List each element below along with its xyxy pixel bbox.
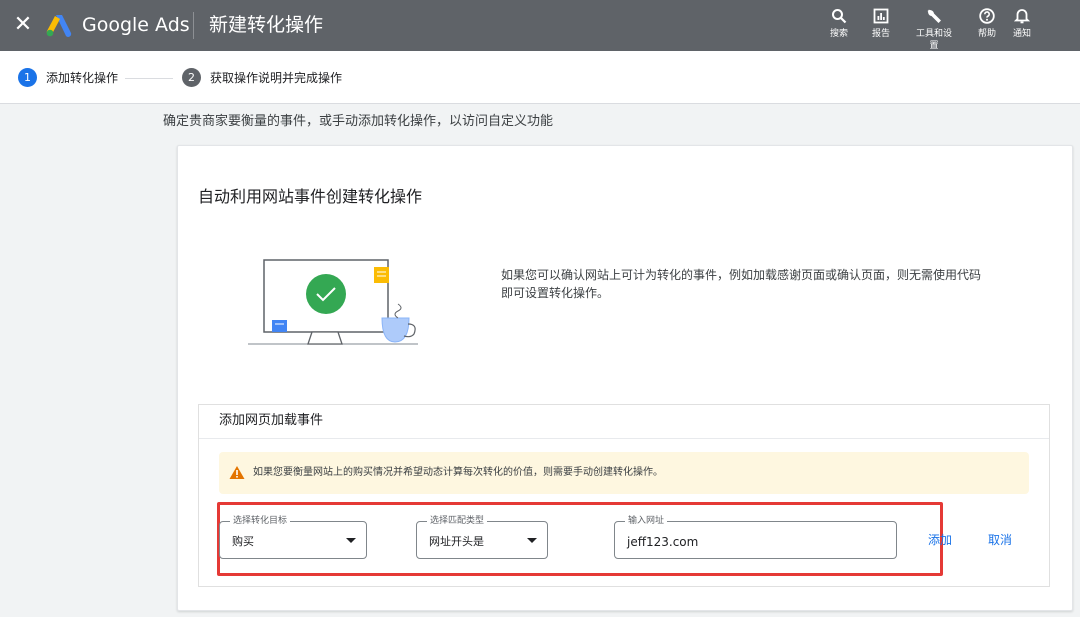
match-type-value: 网址开头是 (429, 535, 484, 548)
monitor-illustration (248, 259, 418, 345)
chevron-down-icon (527, 538, 537, 543)
add-button[interactable]: 添加 (928, 532, 952, 548)
search-icon (832, 9, 847, 24)
panel-divider (199, 438, 1049, 439)
match-type-label: 选择匹配类型 (427, 514, 488, 528)
page-title: 新建转化操作 (209, 14, 324, 36)
wrench-icon (927, 9, 941, 23)
help-icon (979, 8, 995, 24)
reports-icon (873, 8, 889, 24)
step-1-label[interactable]: 添加转化操作 (46, 69, 118, 87)
bell-icon (1014, 9, 1030, 24)
reports-tool[interactable]: 报告 (861, 6, 901, 40)
panel-title: 添加网页加载事件 (219, 413, 324, 428)
help-tool[interactable]: 帮助 (967, 6, 1007, 40)
step-2-number: 2 (182, 68, 201, 87)
tools-settings-tool[interactable]: 工具和设置 (914, 6, 954, 52)
page-load-event-panel: 添加网页加载事件 如果您要衡量网站上的购买情况并希望动态计算每次转化的价值，则需… (198, 404, 1050, 587)
auto-conversion-card: 自动利用网站事件创建转化操作 如果您可以确认网站上可计为转化的事件，例如加载感谢… (177, 145, 1073, 611)
close-icon[interactable]: ✕ (12, 12, 34, 38)
warning-text: 如果您要衡量网站上的购买情况并希望动态计算每次转化的价值，则需要手动创建转化操作… (253, 467, 663, 478)
reports-label: 报告 (871, 29, 890, 39)
url-input-value[interactable]: jeff123.com (627, 534, 698, 550)
intro-text: 确定贵商家要衡量的事件，或手动添加转化操作，以访问自定义功能 (163, 114, 554, 129)
notifications-tool[interactable]: 通知 (1002, 6, 1042, 40)
google-ads-logo (46, 15, 72, 37)
tools-settings-label: 工具和设置 (915, 29, 952, 51)
warning-icon (229, 466, 245, 479)
search-tool[interactable]: 搜索 (819, 6, 859, 40)
stepper: 1 添加转化操作 2 获取操作说明并完成操作 (0, 51, 1080, 104)
cancel-button[interactable]: 取消 (988, 532, 1012, 548)
match-type-select[interactable]: 选择匹配类型 网址开头是 (416, 514, 548, 559)
warning-banner: 如果您要衡量网站上的购买情况并希望动态计算每次转化的价值，则需要手动创建转化操作… (219, 452, 1029, 494)
chevron-down-icon (346, 538, 356, 543)
step-1-number: 1 (18, 68, 37, 87)
help-label: 帮助 (977, 29, 996, 39)
step-2-label[interactable]: 获取操作说明并完成操作 (210, 69, 342, 87)
url-input[interactable]: 输入网址 jeff123.com (614, 514, 897, 559)
brand-name: Google Ads (82, 14, 190, 36)
step-connector (125, 78, 173, 79)
conversion-goal-value: 购买 (232, 535, 254, 548)
search-label: 搜索 (829, 29, 848, 39)
card-title: 自动利用网站事件创建转化操作 (198, 187, 423, 206)
card-description: 如果您可以确认网站上可计为转化的事件，例如加载感谢页面或确认页面，则无需使用代码… (501, 268, 982, 300)
conversion-goal-label: 选择转化目标 (230, 514, 291, 528)
conversion-goal-select[interactable]: 选择转化目标 购买 (219, 514, 367, 559)
notifications-label: 通知 (1012, 29, 1031, 39)
url-input-label: 输入网址 (625, 514, 668, 528)
title-divider (193, 12, 194, 39)
top-app-bar: ✕ Google Ads 新建转化操作 搜索 报告 工具和设置 帮助 通知 (0, 0, 1080, 51)
